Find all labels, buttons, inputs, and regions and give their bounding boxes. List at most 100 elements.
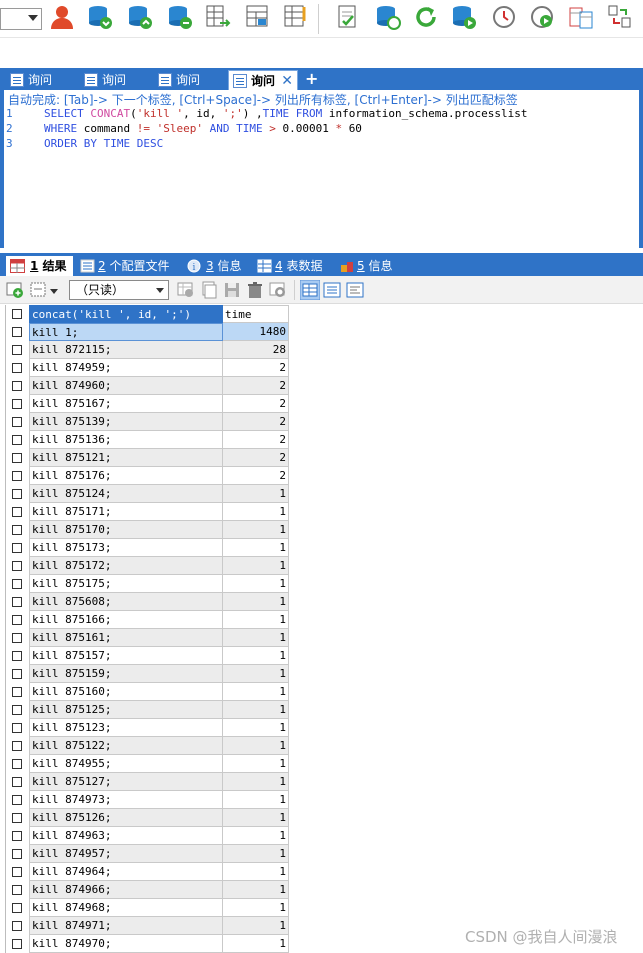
cell-kill-command[interactable]: kill 875136; — [29, 431, 223, 449]
cell-kill-command[interactable]: kill 875172; — [29, 557, 223, 575]
cell-kill-command[interactable]: kill 875167; — [29, 395, 223, 413]
cell-kill-command[interactable]: kill 874957; — [29, 845, 223, 863]
row-checkbox[interactable] — [12, 705, 22, 715]
cell-kill-command[interactable]: kill 875157; — [29, 647, 223, 665]
table-row[interactable]: kill 874963; 1 — [6, 827, 290, 845]
readonly-mode-select[interactable]: （只读） — [69, 280, 169, 300]
cell-time[interactable]: 1 — [223, 737, 289, 755]
cell-time[interactable]: 1 — [223, 827, 289, 845]
table-row[interactable]: kill 872115; 28 — [6, 341, 290, 359]
chevron-down-icon[interactable] — [50, 289, 58, 294]
cell-time[interactable]: 1 — [223, 881, 289, 899]
row-checkbox[interactable] — [12, 777, 22, 787]
row-checkbox[interactable] — [12, 921, 22, 931]
database-download-icon[interactable] — [86, 3, 114, 31]
cell-time[interactable]: 2 — [223, 467, 289, 485]
cell-kill-command[interactable]: kill 875176; — [29, 467, 223, 485]
row-checkbox[interactable] — [12, 723, 22, 733]
cell-kill-command[interactable]: kill 875608; — [29, 593, 223, 611]
row-checkbox[interactable] — [12, 615, 22, 625]
cell-kill-command[interactable]: kill 1; — [29, 323, 223, 341]
cell-kill-command[interactable]: kill 875171; — [29, 503, 223, 521]
table-row[interactable]: kill 875157; 1 — [6, 647, 290, 665]
cell-time[interactable]: 1 — [223, 935, 289, 953]
cell-time[interactable]: 1 — [223, 557, 289, 575]
schema-designer-icon[interactable] — [244, 3, 272, 31]
table-row[interactable]: kill 875172; 1 — [6, 557, 290, 575]
tab-query-1[interactable]: 询问 — [6, 70, 74, 90]
cell-time[interactable]: 2 — [223, 377, 289, 395]
cell-kill-command[interactable]: kill 875160; — [29, 683, 223, 701]
cell-kill-command[interactable]: kill 874970; — [29, 935, 223, 953]
table-row[interactable]: kill 875171; 1 — [6, 503, 290, 521]
cell-time[interactable]: 2 — [223, 359, 289, 377]
row-checkbox[interactable] — [12, 489, 22, 499]
tab-query-2[interactable]: 询问 — [80, 70, 148, 90]
row-checkbox[interactable] — [12, 759, 22, 769]
cell-kill-command[interactable]: kill 874963; — [29, 827, 223, 845]
table-row[interactable]: kill 874955; 1 — [6, 755, 290, 773]
row-checkbox[interactable] — [12, 381, 22, 391]
cell-time[interactable]: 1 — [223, 629, 289, 647]
cell-kill-command[interactable]: kill 875125; — [29, 701, 223, 719]
row-checkbox[interactable] — [12, 345, 22, 355]
code-line-2[interactable]: 2 WHERE command != 'Sleep' AND TIME > 0.0… — [6, 121, 362, 136]
cell-kill-command[interactable]: kill 874971; — [29, 917, 223, 935]
table-row[interactable]: kill 875167; 2 — [6, 395, 290, 413]
row-checkbox[interactable] — [12, 849, 22, 859]
cell-kill-command[interactable]: kill 872115; — [29, 341, 223, 359]
schedule-clock-icon[interactable] — [490, 3, 518, 31]
cell-kill-command[interactable]: kill 875127; — [29, 773, 223, 791]
select-all-checkbox[interactable] — [12, 309, 22, 319]
result-grid[interactable]: concat('kill ', id, ';') time kill 1; 148… — [5, 305, 289, 953]
cell-kill-command[interactable]: kill 875121; — [29, 449, 223, 467]
row-checkbox[interactable] — [12, 453, 22, 463]
row-checkbox[interactable] — [12, 813, 22, 823]
row-checkbox[interactable] — [12, 651, 22, 661]
cell-time[interactable]: 1 — [223, 665, 289, 683]
table-row[interactable]: kill 875175; 1 — [6, 575, 290, 593]
table-row[interactable]: kill 1; 1480 — [6, 323, 290, 341]
cell-time[interactable]: 2 — [223, 449, 289, 467]
code-line-1[interactable]: 1 SELECT CONCAT('kill ', id, ';') ,TIME F… — [6, 106, 528, 121]
table-row[interactable]: kill 874957; 1 — [6, 845, 290, 863]
row-checkbox[interactable] — [12, 543, 22, 553]
cell-kill-command[interactable]: kill 875170; — [29, 521, 223, 539]
table-row[interactable]: kill 874971; 1 — [6, 917, 290, 935]
row-checkbox[interactable] — [12, 399, 22, 409]
database-sync-icon[interactable] — [166, 3, 194, 31]
tab-query-active[interactable]: 询问 ✕ — [228, 70, 298, 90]
table-row[interactable]: kill 874964; 1 — [6, 863, 290, 881]
table-row[interactable]: kill 875125; 1 — [6, 701, 290, 719]
table-row[interactable]: kill 875139; 2 — [6, 413, 290, 431]
table-row[interactable]: kill 874973; 1 — [6, 791, 290, 809]
table-row[interactable]: kill 875176; 2 — [6, 467, 290, 485]
sql-editor[interactable]: 自动完成: [Tab]-> 下一个标签, [Ctrl+Space]-> 列出所有… — [0, 90, 643, 248]
cell-kill-command[interactable]: kill 874966; — [29, 881, 223, 899]
tab-table-data[interactable]: 4 表数据 — [256, 256, 322, 276]
cell-time[interactable]: 2 — [223, 413, 289, 431]
table-row[interactable]: kill 875160; 1 — [6, 683, 290, 701]
tab-profiles[interactable]: 2 个配置文件 — [79, 256, 169, 276]
row-checkbox[interactable] — [12, 363, 22, 373]
close-icon[interactable]: ✕ — [281, 71, 293, 91]
cell-kill-command[interactable]: kill 875159; — [29, 665, 223, 683]
database-refresh-icon[interactable] — [374, 3, 402, 31]
column-header-concat[interactable]: concat('kill ', id, ';') — [29, 305, 223, 323]
cell-time[interactable]: 2 — [223, 395, 289, 413]
row-checkbox[interactable] — [12, 327, 22, 337]
row-checkbox[interactable] — [12, 507, 22, 517]
row-checkbox[interactable] — [12, 669, 22, 679]
grid-filter-icon[interactable] — [177, 281, 195, 299]
column-header-time[interactable]: time — [223, 305, 289, 323]
row-checkbox[interactable] — [12, 417, 22, 427]
cell-time[interactable]: 1 — [223, 683, 289, 701]
row-checkbox[interactable] — [12, 687, 22, 697]
cell-time[interactable]: 1 — [223, 593, 289, 611]
row-checkbox[interactable] — [12, 741, 22, 751]
cell-kill-command[interactable]: kill 874960; — [29, 377, 223, 395]
cell-kill-command[interactable]: kill 874968; — [29, 899, 223, 917]
cell-time[interactable]: 1 — [223, 845, 289, 863]
tab-messages[interactable]: i 3 信息 — [186, 256, 241, 276]
cell-time[interactable]: 1 — [223, 773, 289, 791]
